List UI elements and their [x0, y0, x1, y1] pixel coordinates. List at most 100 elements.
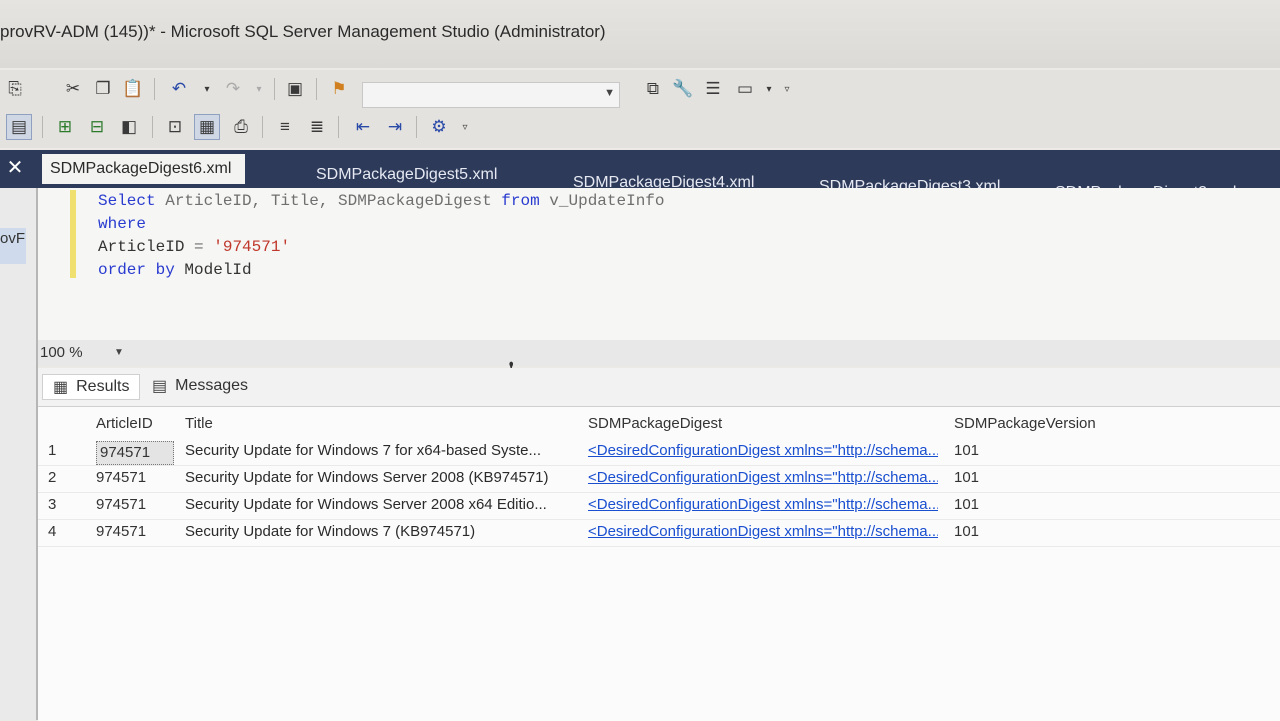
column-header-sdmpackageversion[interactable]: SDMPackageVersion [954, 415, 1154, 432]
query-editor[interactable]: Select ArticleID, Title, SDMPackageDiges… [38, 188, 1280, 340]
parse-icon[interactable]: ⊞ [52, 114, 78, 140]
table-row[interactable]: 2 974571 Security Update for Windows Ser… [38, 465, 1280, 493]
cell-sdmpackageversion[interactable]: 101 [954, 469, 1154, 486]
toolbar-separator [152, 116, 153, 138]
save-icon[interactable]: ▤ [6, 114, 32, 140]
query-text[interactable]: Select ArticleID, Title, SDMPackageDiges… [98, 190, 665, 282]
column-list: ArticleID, Title, SDMPackageDigest [155, 192, 492, 210]
results-to-file-icon[interactable]: ⎙ [228, 114, 254, 140]
results-to-text-icon[interactable]: ⊡ [162, 114, 188, 140]
cell-sdmpackageversion[interactable]: 101 [954, 523, 1154, 540]
object-explorer-panel: ovF [0, 188, 38, 720]
cell-title[interactable]: Security Update for Windows Server 2008 … [185, 496, 580, 513]
increase-indent-icon[interactable]: ⇥ [382, 114, 408, 140]
object-explorer-node-label[interactable]: ovF [0, 230, 25, 247]
properties-wrench-icon[interactable]: 🔧 [670, 76, 696, 102]
code-line-2: where [98, 215, 146, 233]
tab-messages[interactable]: ▤ Messages [152, 376, 248, 396]
toolbar-separator [316, 78, 317, 100]
column-header-articleid[interactable]: ArticleID [96, 415, 174, 432]
keyword-select: Select [98, 192, 156, 210]
paste-icon[interactable]: 📋 [120, 76, 146, 102]
zoom-level[interactable]: 100 % [40, 344, 83, 361]
new-query-icon[interactable]: ⎘ [2, 76, 28, 102]
string-literal: '974571' [213, 238, 291, 256]
window-layout-icon[interactable]: ▭ [732, 76, 758, 102]
zoom-bar: 100 % ▼ [38, 340, 1280, 366]
find-icon[interactable]: ⚑ [326, 76, 352, 102]
where-column: ArticleID [98, 238, 185, 256]
keyword-from: from [491, 192, 540, 210]
cell-sdmpackageversion[interactable]: 101 [954, 442, 1154, 459]
sql-editor-toolbar: ▤ ⊞ ⊟ ◧ ⊡ ▦ ⎙ ≡ ≣ ⇤ ⇥ ⚙ ▿ [0, 108, 1280, 148]
toolbar-separator [42, 116, 43, 138]
chevron-down-icon[interactable]: ▼ [114, 347, 124, 358]
row-number[interactable]: 4 [48, 523, 78, 540]
cell-articleid[interactable]: 974571 [96, 469, 174, 486]
activity-monitor-icon[interactable]: ▣ [282, 76, 308, 102]
cell-sdmpackagedigest-link[interactable]: <DesiredConfigurationDigest xmlns="http:… [588, 523, 938, 540]
cell-title[interactable]: Security Update for Windows Server 2008 … [185, 469, 580, 486]
title-bar: provRV-ADM (145))* - Microsoft SQL Serve… [0, 0, 1280, 68]
undo-icon[interactable]: ↶ [166, 76, 192, 102]
cell-articleid[interactable]: 974571 [96, 441, 174, 465]
tab-results[interactable]: ▦ Results [42, 374, 141, 400]
query-options-icon[interactable]: ◧ [116, 114, 142, 140]
row-number[interactable]: 2 [48, 469, 78, 486]
messages-icon: ▤ [152, 378, 168, 395]
redo-icon[interactable]: ↷ [220, 76, 246, 102]
cell-title[interactable]: Security Update for Windows 7 (KB974571) [185, 523, 580, 540]
cell-sdmpackagedigest-link[interactable]: <DesiredConfigurationDigest xmlns="http:… [588, 469, 938, 486]
code-line-4: order by ModelId [98, 261, 252, 279]
toolbox-icon[interactable]: ☰ [700, 76, 726, 102]
comment-icon[interactable]: ≡ [272, 114, 298, 140]
chevron-down-icon[interactable]: ▼ [604, 87, 615, 99]
tab-sdmpackagedigest5[interactable]: SDMPackageDigest5.xml [316, 166, 497, 184]
code-line-1: Select ArticleID, Title, SDMPackageDiges… [98, 192, 665, 210]
cell-sdmpackageversion[interactable]: 101 [954, 496, 1154, 513]
toolbar-separator [262, 116, 263, 138]
toolbar-overflow-icon[interactable]: ▿ [774, 76, 800, 102]
uncomment-icon[interactable]: ≣ [304, 114, 330, 140]
row-number[interactable]: 1 [48, 442, 78, 459]
decrease-indent-icon[interactable]: ⇤ [350, 114, 376, 140]
results-grid[interactable]: ArticleID Title SDMPackageDigest SDMPack… [38, 406, 1280, 721]
order-column: ModelId [174, 261, 252, 279]
keyword-where: where [98, 215, 147, 233]
column-header-title[interactable]: Title [185, 415, 580, 432]
toolbar-overflow-icon[interactable]: ▿ [452, 114, 478, 140]
close-icon[interactable]: ✕ [0, 150, 30, 184]
cut-icon[interactable]: ✂ [60, 76, 86, 102]
display-plan-icon[interactable]: ⊟ [84, 114, 110, 140]
find-combo[interactable]: ▼ [362, 82, 620, 108]
document-tabs: SDMPackageDigest6.xml SDMPackageDigest5.… [0, 150, 1280, 201]
specify-values-icon[interactable]: ⚙ [426, 114, 452, 140]
tab-results-label: Results [76, 378, 130, 395]
row-number[interactable]: 3 [48, 496, 78, 513]
table-row[interactable]: 1 974571 Security Update for Windows 7 f… [38, 438, 1280, 466]
table-name: v_UpdateInfo [539, 192, 665, 210]
code-line-3: ArticleID = '974571' [98, 238, 290, 256]
grid-header: ArticleID Title SDMPackageDigest SDMPack… [38, 411, 1280, 438]
toolbar-separator [154, 78, 155, 100]
redo-dropdown-icon[interactable]: ▾ [246, 76, 272, 102]
cell-sdmpackagedigest-link[interactable]: <DesiredConfigurationDigest xmlns="http:… [588, 496, 938, 513]
cell-articleid[interactable]: 974571 [96, 523, 174, 540]
solution-explorer-icon[interactable]: ⧉ [640, 76, 666, 102]
cell-sdmpackagedigest-link[interactable]: <DesiredConfigurationDigest xmlns="http:… [588, 442, 938, 459]
tab-sdmpackagedigest6[interactable]: SDMPackageDigest6.xml [42, 154, 246, 184]
results-to-grid-icon[interactable]: ▦ [194, 114, 220, 140]
change-indicator [70, 190, 76, 278]
results-tabs: ▦ Results ▤ Messages [38, 368, 1280, 406]
table-row[interactable]: 3 974571 Security Update for Windows Ser… [38, 492, 1280, 520]
toolbar-separator [416, 116, 417, 138]
table-row[interactable]: 4 974571 Security Update for Windows 7 (… [38, 519, 1280, 547]
standard-toolbar: ⎘ ✂ ❐ 📋 ↶ ▾ ↷ ▾ ▣ ⚑ ▼ ⧉ 🔧 ☰ ▭ ▾ ▿ [0, 70, 1280, 108]
tab-messages-label: Messages [175, 377, 249, 394]
cell-articleid[interactable]: 974571 [96, 496, 174, 513]
copy-icon[interactable]: ❐ [90, 76, 116, 102]
grid-icon: ▦ [53, 379, 69, 396]
undo-dropdown-icon[interactable]: ▾ [194, 76, 220, 102]
cell-title[interactable]: Security Update for Windows 7 for x64-ba… [185, 442, 580, 459]
column-header-sdmpackagedigest[interactable]: SDMPackageDigest [588, 415, 938, 432]
